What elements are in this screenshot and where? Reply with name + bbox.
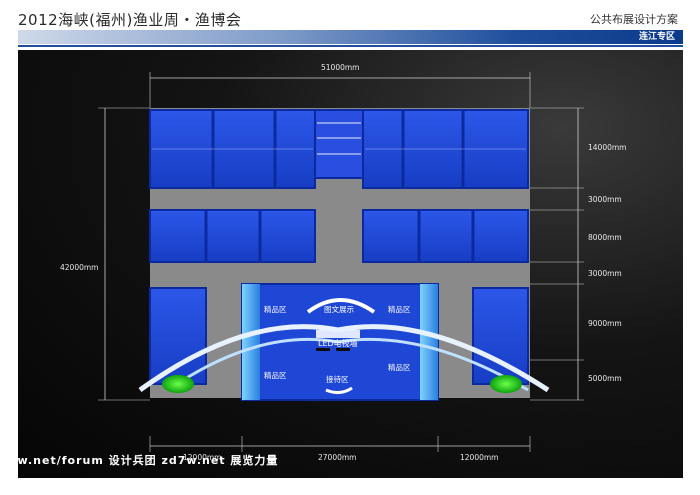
zone-led-wall: LED电视墙: [318, 338, 358, 348]
bottom-left-booth: [149, 287, 207, 385]
dim-right-row-4: 3000mm: [588, 269, 622, 278]
dim-right-row-6: 5000mm: [588, 374, 622, 383]
floor-plan-render: 精品区 精品区 精品区 精品区 图文展示 LED电视墙 接待区 51000mm …: [18, 50, 683, 478]
top-right-booths: [362, 109, 529, 189]
right-green-base: [490, 375, 522, 393]
zone-boutique-3: 精品区: [264, 370, 287, 380]
dim-right-row-1: 14000mm: [588, 143, 626, 152]
dim-bottom-right: 12000mm: [460, 453, 498, 462]
header-band: 连江专区: [18, 30, 683, 44]
section-label: 连江专区: [638, 32, 675, 42]
page-subtitle: 公共布展设计方案: [590, 13, 678, 26]
dim-overall-width: 51000mm: [321, 63, 359, 72]
zone-boutique-1: 精品区: [264, 304, 287, 314]
bottom-right-booth: [472, 287, 529, 385]
zone-graphic-display: 图文展示: [324, 304, 354, 314]
middle-left-booths: [149, 209, 316, 263]
dim-right-row-3: 8000mm: [588, 233, 622, 242]
middle-right-booths: [362, 209, 529, 263]
page-title: 2012海峡(福州)渔业周・渔博会: [18, 11, 242, 29]
zone-boutique-4: 精品区: [388, 362, 411, 372]
dim-right-row-5: 9000mm: [588, 319, 622, 328]
floor-plan-svg: 精品区 精品区 精品区 精品区 图文展示 LED电视墙 接待区 51000mm …: [60, 63, 626, 462]
dim-bottom-center: 27000mm: [318, 453, 356, 462]
top-left-booths: [149, 109, 316, 189]
zone-reception: 接待区: [326, 374, 349, 384]
top-center-booths: [314, 109, 364, 179]
left-green-base: [162, 375, 194, 393]
dim-right-row-2: 3000mm: [588, 195, 622, 204]
header-rule: [18, 45, 683, 47]
watermark-text: d7w.net/forum 设计兵团 zd7w.net 展览力量: [0, 454, 279, 467]
left-pillar: [242, 284, 260, 400]
zone-boutique-2: 精品区: [388, 304, 411, 314]
dim-overall-depth: 42000mm: [60, 263, 98, 272]
right-pillar: [420, 284, 438, 400]
